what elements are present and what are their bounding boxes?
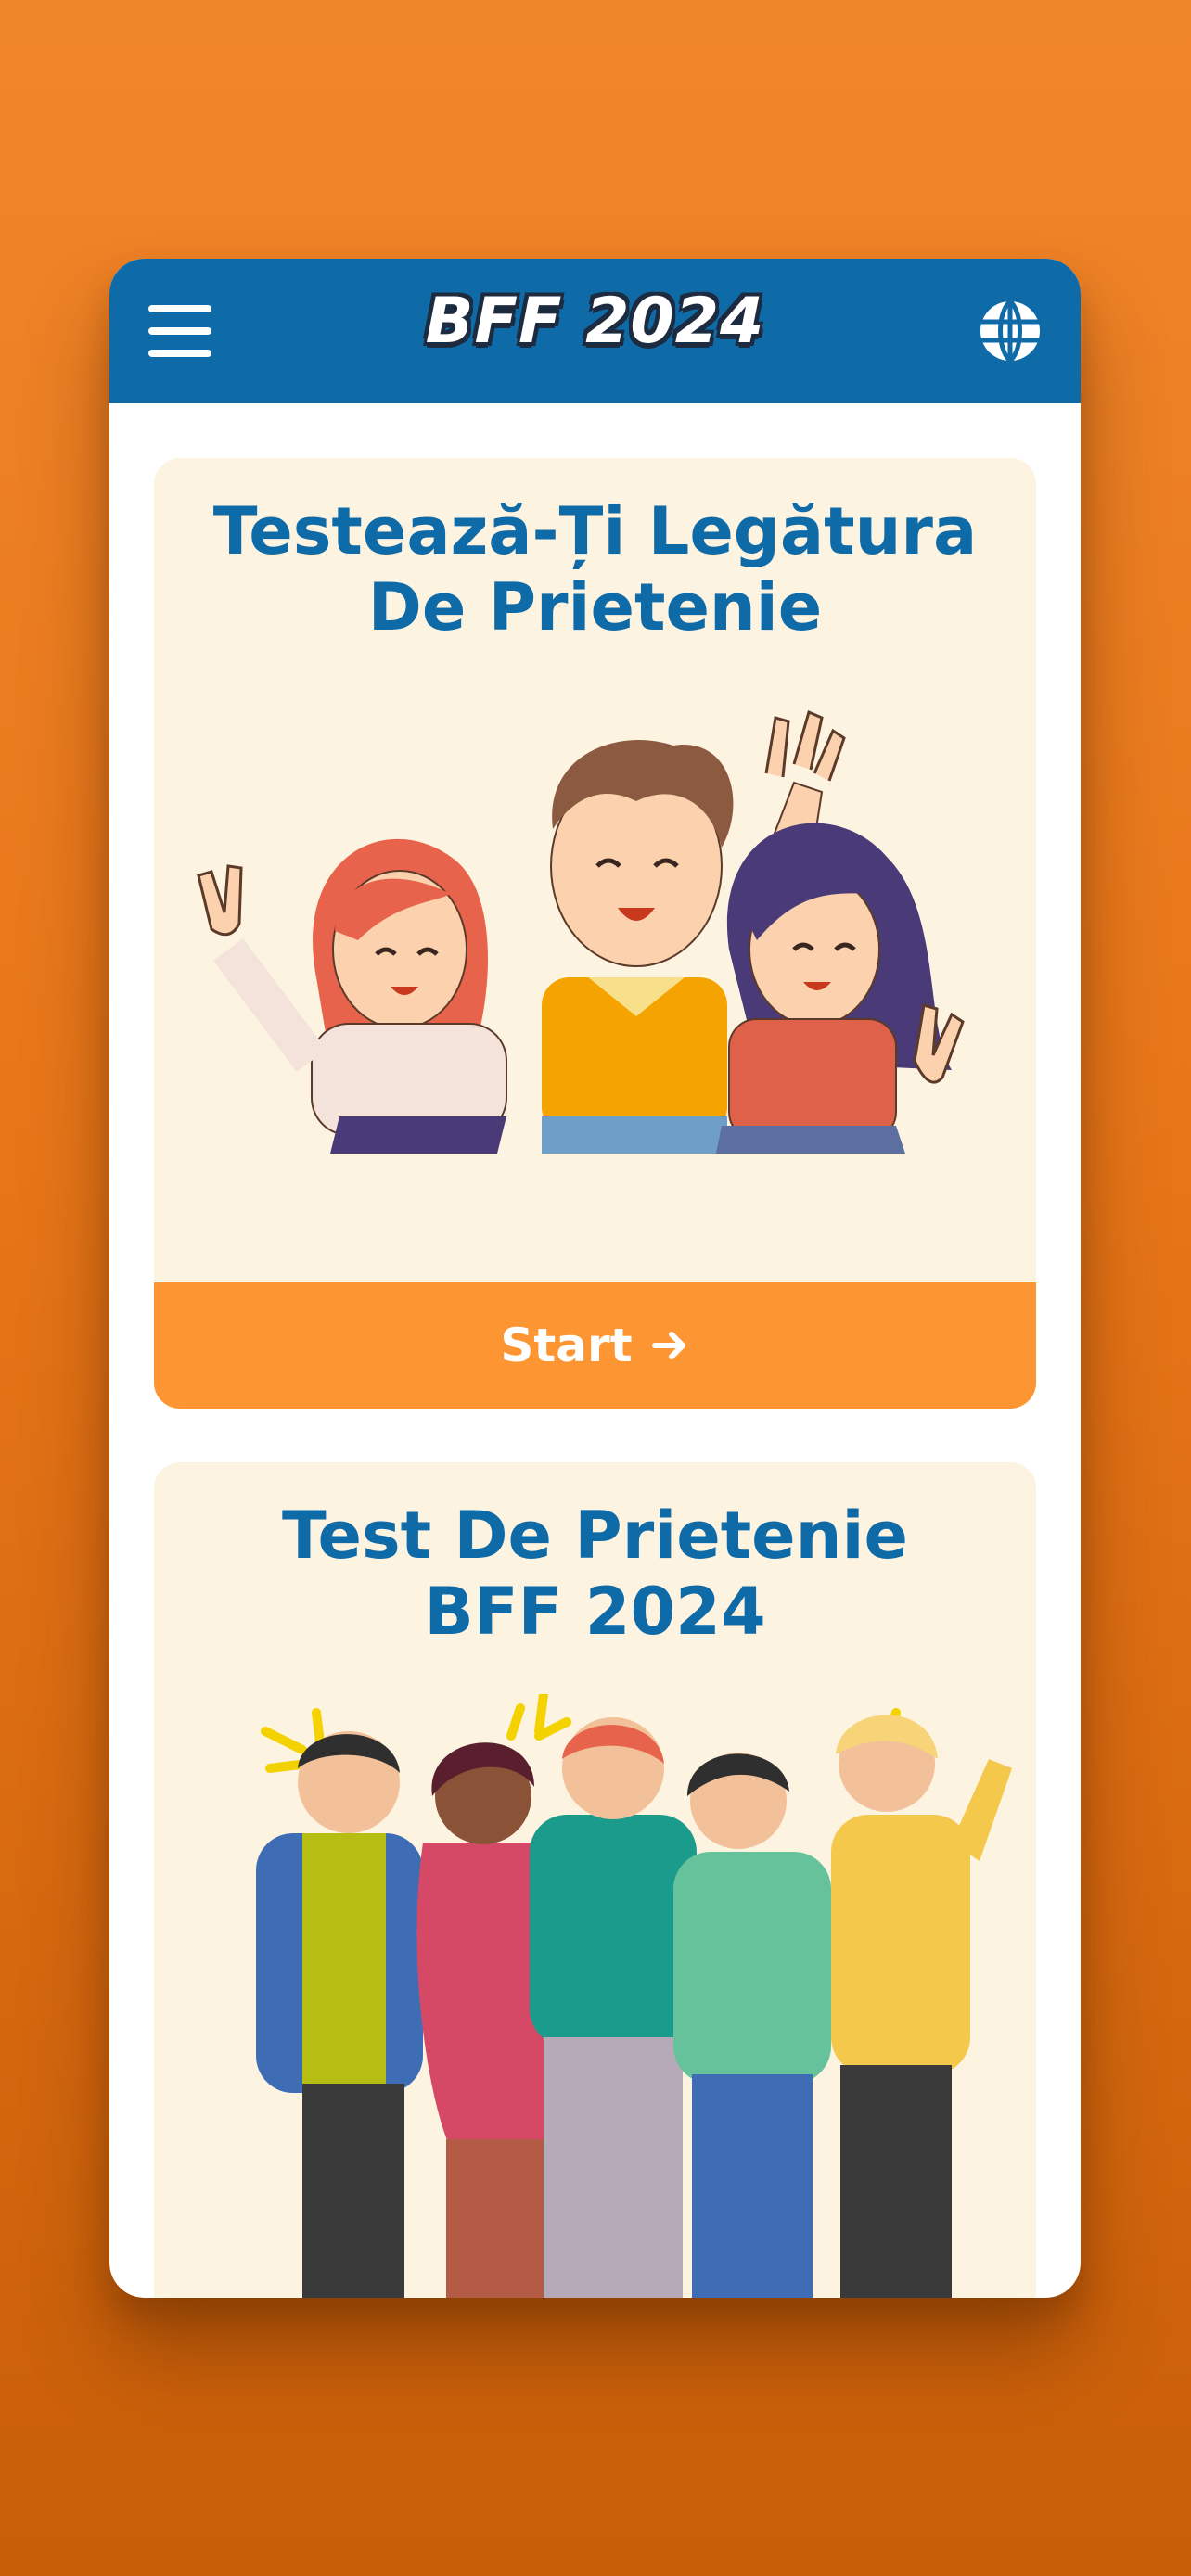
arrow-right-icon bbox=[651, 1332, 685, 1359]
app-header: BFF 2024 bbox=[109, 259, 1081, 403]
group-of-friends-illustration bbox=[256, 1694, 1012, 2298]
quiz-card-bff-test[interactable]: Test De Prietenie BFF 2024 bbox=[154, 1462, 1036, 2298]
globe-icon[interactable] bbox=[977, 298, 1044, 364]
quiz-card-bond-test[interactable]: Testează-Ți Legătura De Prietenie Start bbox=[154, 458, 1036, 1409]
start-button[interactable]: Start bbox=[154, 1282, 1036, 1409]
card-title: Test De Prietenie BFF 2024 bbox=[282, 1498, 908, 1650]
app-logo: BFF 2024 bbox=[425, 285, 765, 358]
three-friends-illustration bbox=[197, 709, 965, 1154]
start-button-label: Start bbox=[500, 1319, 633, 1372]
app-window: BFF 2024 Testează-Ți Legătura De Prieten… bbox=[109, 259, 1081, 2298]
card-title: Testează-Ți Legătura De Prietenie bbox=[212, 493, 978, 645]
